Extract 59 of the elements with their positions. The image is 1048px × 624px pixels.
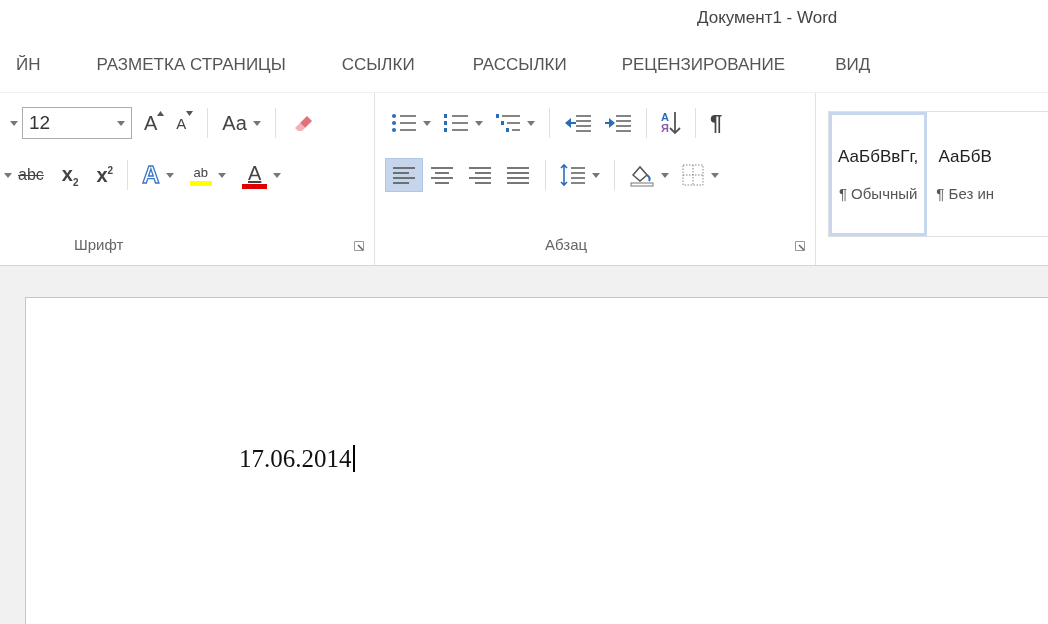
ribbon-tab[interactable]: РЕЦЕНЗИРОВАНИЕ: [621, 54, 786, 78]
caret-icon: [592, 172, 600, 178]
justify-icon: [505, 165, 531, 185]
align-right-icon: [467, 165, 493, 185]
caret-icon[interactable]: [4, 172, 12, 178]
style-name: ¶ Без ин: [936, 184, 995, 202]
caret-icon: [117, 120, 125, 126]
caret-icon: [165, 172, 174, 178]
window-title: Документ1 - Word: [697, 8, 838, 28]
dialog-launcher-icon[interactable]: [795, 241, 805, 251]
dialog-launcher-icon[interactable]: [354, 241, 364, 251]
style-gallery-item[interactable]: АаБбВ ¶ Без ин: [927, 112, 1004, 236]
show-marks-button[interactable]: ¶: [703, 106, 729, 140]
caret-icon: [475, 120, 483, 126]
outdent-icon: [564, 113, 592, 133]
style-gallery-item[interactable]: АаБбВвГг, ¶ Обычный: [829, 112, 928, 236]
group-label: Шрифт: [74, 236, 124, 253]
caret-icon: [661, 172, 669, 178]
caret-icon: [252, 120, 261, 126]
line-spacing-icon: [560, 163, 586, 187]
numbered-list-icon: [443, 112, 469, 134]
multilevel-list-icon: [495, 112, 521, 134]
ribbon-tab[interactable]: ЙН: [16, 54, 41, 78]
strikethrough-button[interactable]: abc: [12, 158, 50, 192]
shrink-font-button[interactable]: A: [170, 106, 200, 140]
borders-icon: [681, 163, 705, 187]
grow-font-button[interactable]: A: [138, 106, 171, 140]
caret-icon: [157, 111, 165, 116]
align-left-icon: [391, 165, 417, 185]
align-center-icon: [429, 165, 455, 185]
caret-icon: [527, 120, 535, 126]
document-text: 17.06.2014: [239, 445, 355, 472]
sort-button[interactable]: А Я: [655, 106, 687, 140]
text-effects-button[interactable]: A: [136, 158, 180, 192]
font-size-field[interactable]: 12: [22, 107, 132, 139]
alignment-button[interactable]: [385, 158, 423, 192]
bullet-list-icon: [391, 112, 417, 134]
caret-icon: [273, 172, 282, 178]
ribbon-tab[interactable]: ССЫЛКИ: [341, 54, 415, 78]
caret-icon[interactable]: [10, 120, 18, 126]
font-color-button[interactable]: A: [236, 158, 288, 192]
caret-icon: [218, 172, 226, 178]
ribbon-tab[interactable]: РАЗМЕТКА СТРАНИЦЫ: [96, 54, 286, 78]
caret-icon: [711, 172, 719, 178]
style-name: ¶ Обычный: [838, 184, 918, 202]
ribbon-tab[interactable]: ВИД: [835, 54, 871, 78]
superscript-button[interactable]: x$^{2}$: [90, 158, 120, 192]
style-preview: АаБбВвГг,: [838, 146, 919, 167]
style-preview: АаБбВ: [938, 146, 992, 167]
caret-icon: [186, 111, 194, 116]
group-label: Абзац: [545, 236, 588, 253]
subscript-button[interactable]: x$_{2}$: [55, 158, 85, 192]
ribbon-tab[interactable]: РАССЫЛКИ: [472, 54, 567, 78]
caret-icon: [423, 120, 431, 126]
down-arrow-icon: [668, 111, 681, 135]
highlight-button[interactable]: ab: [183, 158, 232, 192]
paint-bucket-icon: [629, 163, 655, 187]
change-case-button[interactable]: Aa: [216, 106, 267, 140]
indent-icon: [604, 113, 632, 133]
